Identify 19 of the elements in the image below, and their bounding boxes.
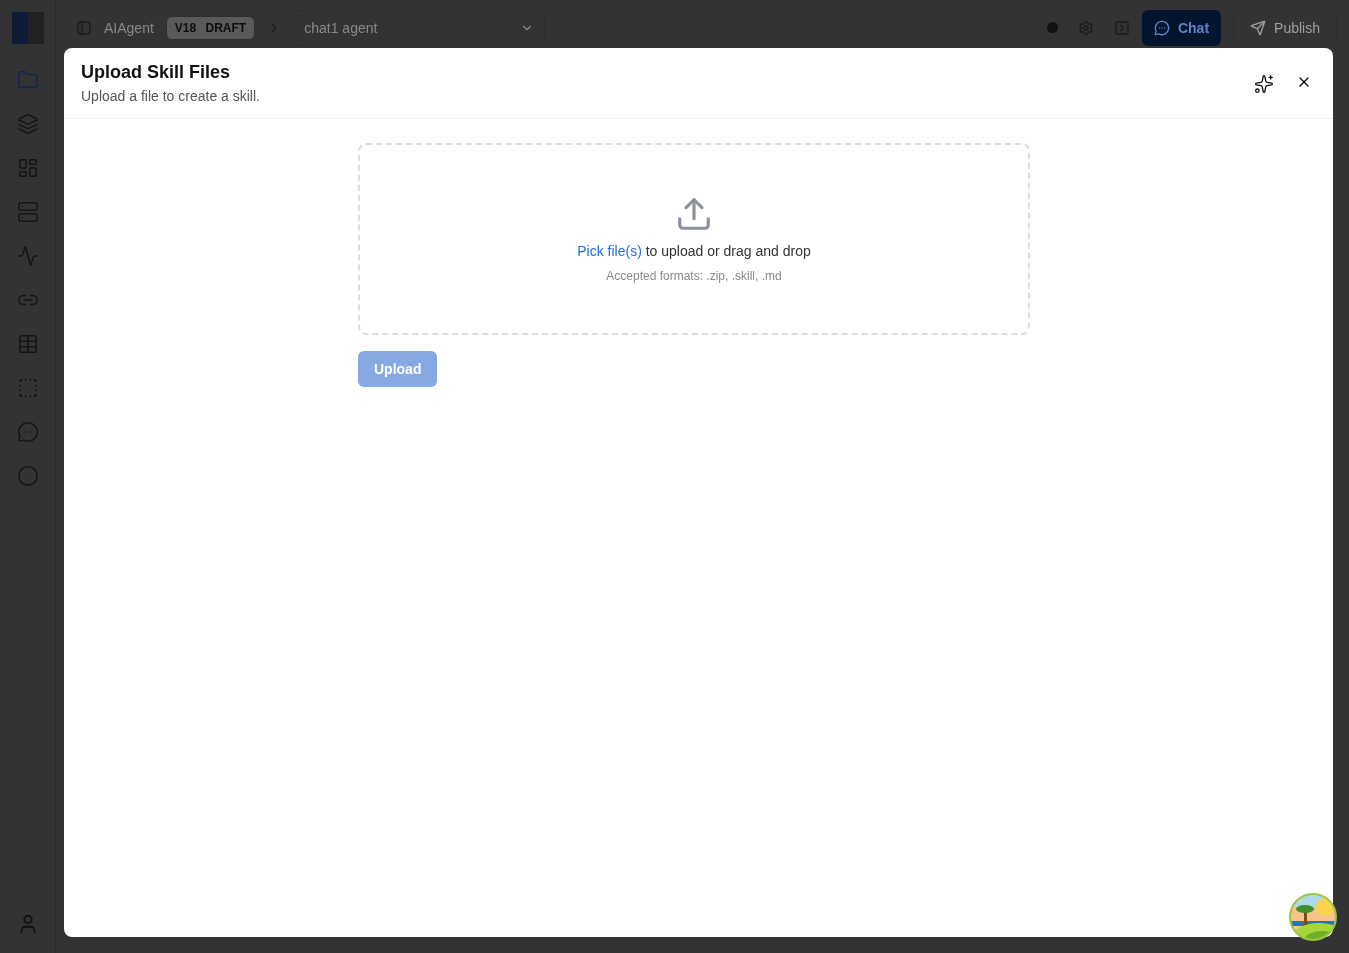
dropzone[interactable]: Pick file(s) to upload or drag and drop Accepted formats: .zip, .skill, .md (358, 143, 1030, 335)
version-tag: V18 DRAFT (165, 15, 256, 40)
dialog-subtitle: Upload a file to create a skill. (81, 88, 261, 104)
status-dot (1046, 22, 1058, 33)
formats-hint: Accepted formats: .zip, .skill, .md (606, 269, 782, 283)
pick-files-link[interactable]: Pick file(s) (577, 243, 642, 259)
agent-select[interactable]: chat1 agent (293, 9, 546, 46)
settings-icon[interactable] (1077, 19, 1094, 36)
breadcrumb[interactable]: AIAgent (104, 19, 154, 36)
send-icon (1250, 19, 1267, 36)
dropzone-text: Pick file(s) to upload or drag and drop (577, 243, 811, 259)
dialog-title: Upload Skill Files (81, 62, 232, 83)
panel-icon[interactable] (76, 19, 92, 36)
chat-button[interactable]: Chat (1141, 9, 1222, 46)
console-icon[interactable] (1113, 19, 1130, 36)
upload-icon (675, 195, 713, 233)
app-logo (11, 12, 44, 44)
message-icon (1153, 19, 1170, 36)
publish-button[interactable]: Publish (1233, 9, 1337, 46)
